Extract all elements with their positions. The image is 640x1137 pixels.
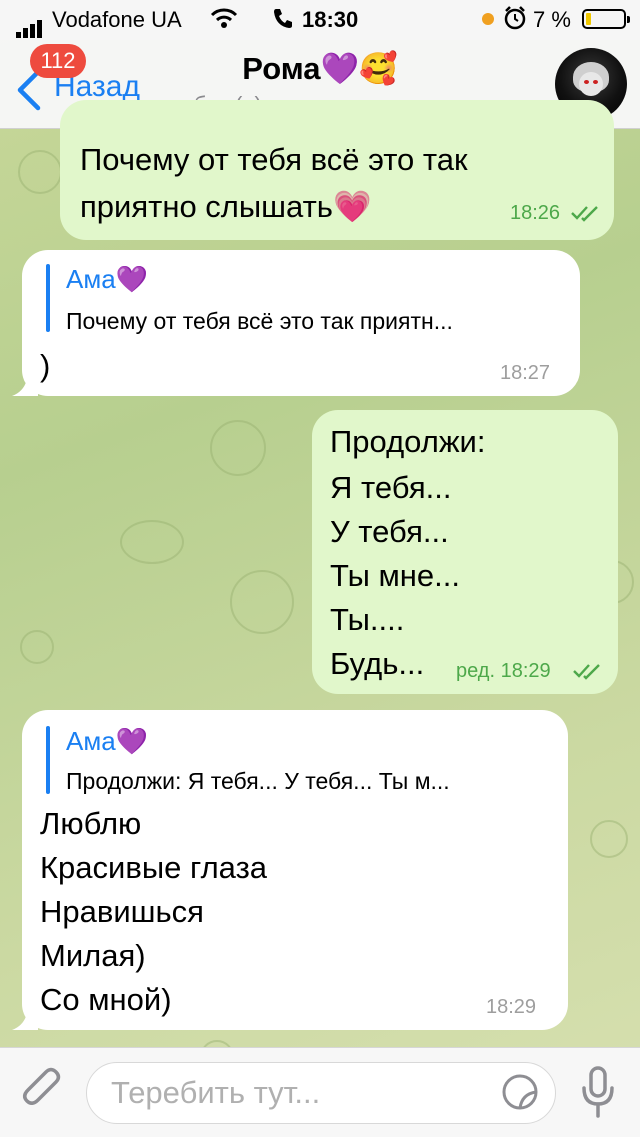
message-time: 18:27 bbox=[500, 362, 551, 384]
clock: 18:30 bbox=[302, 7, 359, 32]
incoming-message[interactable]: Ама💜 Продолжи: Я тебя... У тебя... Ты м.… bbox=[22, 710, 568, 1030]
message-line: Со мной) bbox=[40, 982, 172, 1017]
alarm-icon bbox=[503, 5, 527, 37]
cell-signal-icon bbox=[16, 12, 44, 38]
message-line: У тебя... bbox=[330, 514, 449, 549]
message-line: Милая) bbox=[40, 938, 146, 973]
message-time: 18:29 bbox=[486, 996, 537, 1018]
message-line: Ты.... bbox=[330, 602, 405, 637]
outgoing-message[interactable]: Почему от тебя всё это так приятно слыша… bbox=[60, 100, 614, 240]
reply-quote-bar bbox=[46, 726, 50, 794]
reply-preview[interactable]: Продолжи: Я тебя... У тебя... Ты м... bbox=[66, 768, 450, 795]
battery-icon bbox=[582, 9, 630, 29]
message-input[interactable] bbox=[86, 1062, 556, 1124]
message-input-bar bbox=[0, 1047, 640, 1137]
reply-author: Ама💜 bbox=[66, 726, 149, 756]
message-time: ред. 18:29 bbox=[456, 660, 551, 682]
read-checks-icon bbox=[573, 664, 600, 680]
microphone-icon[interactable] bbox=[580, 1066, 616, 1120]
sticker-icon[interactable] bbox=[500, 1072, 540, 1112]
message-line: Почему от тебя всё это так bbox=[80, 142, 468, 177]
message-line: ) bbox=[40, 348, 51, 383]
message-line: Ты мне... bbox=[330, 558, 460, 593]
message-line: Люблю bbox=[40, 806, 142, 841]
wifi-icon bbox=[210, 6, 238, 36]
message-line: Красивые глаза bbox=[40, 850, 268, 885]
carrier-name: Vodafone UA bbox=[52, 7, 182, 32]
incoming-message[interactable]: Ама💜 Почему от тебя всё это так приятн..… bbox=[22, 250, 580, 396]
message-time: 18:26 bbox=[510, 202, 561, 224]
message-line: приятно слышать💗 bbox=[80, 189, 372, 224]
reply-quote-bar bbox=[46, 264, 50, 332]
status-bar: Vodafone UA 18:30 7 % bbox=[0, 0, 640, 40]
read-checks-icon bbox=[571, 206, 598, 222]
paperclip-icon[interactable] bbox=[18, 1066, 68, 1116]
message-line: Я тебя... bbox=[330, 470, 452, 505]
mic-in-use-dot bbox=[482, 13, 494, 25]
reply-preview[interactable]: Почему от тебя всё это так приятн... bbox=[66, 308, 453, 335]
message-line: Продолжи: bbox=[330, 424, 486, 459]
message-line: Будь... bbox=[330, 646, 425, 681]
battery-percent: 7 % bbox=[533, 7, 571, 32]
outgoing-message[interactable]: Продолжи: Я тебя... У тебя... Ты мне... … bbox=[312, 410, 618, 694]
chat-title[interactable]: Рома💜🥰 bbox=[0, 50, 640, 87]
call-icon bbox=[272, 6, 294, 36]
reply-author: Ама💜 bbox=[66, 264, 149, 294]
message-line: Нравишься bbox=[40, 894, 204, 929]
